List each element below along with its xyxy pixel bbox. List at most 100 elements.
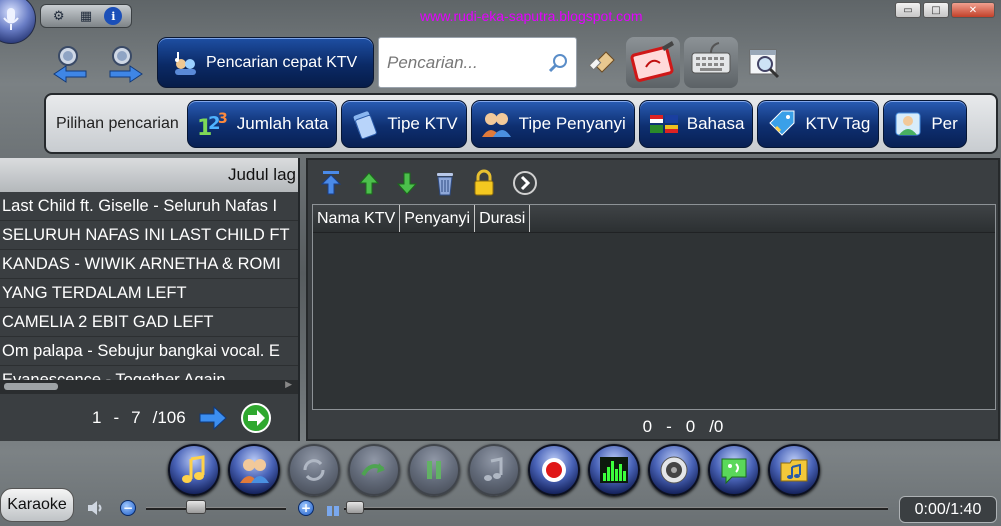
seek-slider-track[interactable] — [344, 507, 888, 510]
scroll-right-icon[interactable]: ▶ — [285, 380, 292, 390]
seek-slider-thumb[interactable] — [346, 501, 364, 514]
karaoke-button[interactable]: Karaoke — [0, 488, 74, 522]
music-people-icon — [175, 51, 196, 75]
list-item[interactable]: KANDAS - WIWIK ARNETHA & ROMI — [0, 250, 298, 279]
scrollbar-thumb[interactable] — [4, 383, 58, 390]
filter-singer-type-button[interactable]: Tipe Penyanyi — [470, 99, 635, 148]
column-header-singer[interactable]: Penyanyi — [400, 205, 476, 232]
move-up-icon[interactable] — [358, 170, 380, 196]
filter-ktv-type-button[interactable]: Tipe KTV — [341, 99, 467, 148]
record-button[interactable] — [528, 444, 580, 496]
microphone-icon — [3, 8, 19, 30]
move-down-icon[interactable] — [396, 170, 418, 196]
pager-start: 0 — [642, 416, 653, 436]
record-icon — [542, 458, 566, 482]
pager-separator: - — [113, 407, 120, 427]
close-button[interactable]: ✕ — [951, 2, 995, 18]
lock-icon[interactable] — [472, 169, 496, 197]
message-button[interactable] — [708, 444, 760, 496]
search-input[interactable] — [387, 52, 547, 73]
volume-icon — [88, 501, 102, 515]
search-back-icon — [53, 46, 87, 83]
playlist-pager: 0 - 0 /0 — [308, 412, 998, 441]
filter-word-count-button[interactable]: 123 Jumlah kata — [186, 99, 338, 148]
magnifier-icon[interactable] — [547, 52, 569, 74]
column-header-ktv-name[interactable]: Nama KTV — [313, 205, 401, 232]
info-icon[interactable]: i — [104, 7, 123, 25]
filter-language-button[interactable]: Bahasa — [638, 99, 754, 148]
move-top-icon[interactable] — [320, 170, 342, 196]
tag-icon — [769, 110, 795, 136]
keyboard-button[interactable] — [684, 37, 738, 88]
pager-total: /0 — [709, 416, 724, 436]
song-list-horizontal-scrollbar[interactable]: ▶ — [0, 380, 298, 394]
handwriting-button[interactable] — [626, 37, 680, 88]
film-icon[interactable]: ▦ — [77, 7, 95, 25]
folder-button[interactable] — [768, 444, 820, 496]
filter-singer-type-label: Tipe Penyanyi — [518, 113, 626, 133]
zoom-view-button[interactable] — [748, 46, 782, 84]
playlist-table-header: Nama KTV Penyanyi Durasi — [313, 205, 995, 233]
app-orb-button[interactable] — [0, 0, 36, 44]
list-item[interactable]: Last Child ft. Giselle - Seluruh Nafas I — [0, 192, 298, 221]
website-link[interactable]: www.rudi-eka-saputra.blogspot.com — [420, 8, 643, 24]
volume-down-button[interactable]: − — [120, 500, 136, 516]
filter-language-label: Bahasa — [686, 113, 745, 133]
pause-icon — [427, 461, 441, 479]
quick-search-ktv-button[interactable]: Pencarian cepat KTV — [157, 37, 374, 88]
filter-person-button[interactable]: Per — [883, 99, 967, 148]
volume-up-button[interactable]: + — [298, 500, 314, 516]
playlist-table: Nama KTV Penyanyi Durasi — [312, 204, 996, 410]
playlist-toolbar — [308, 160, 998, 206]
list-item[interactable]: SELURUH NAFAS INI LAST CHILD FT — [0, 221, 298, 250]
numbers-icon: 123 — [197, 111, 228, 139]
forward-button[interactable] — [104, 42, 146, 84]
song-list-pager: 1 - 7 /106 — [0, 394, 298, 441]
tablet-pen-icon — [630, 41, 674, 82]
mini-mode-button[interactable] — [326, 502, 340, 521]
pager-start: 1 — [92, 407, 102, 427]
time-display: 0:00/1:40 — [899, 496, 997, 523]
next-track-button[interactable] — [348, 444, 400, 496]
list-item[interactable]: Evanescence - Together Again — [0, 366, 298, 380]
trash-icon[interactable] — [434, 170, 456, 196]
filter-person-label: Per — [931, 113, 958, 133]
eraser-icon — [588, 51, 615, 73]
go-next-circle-icon[interactable] — [240, 402, 272, 434]
list-item[interactable]: Om palapa - Sebujur bangkai vocal. E — [0, 337, 298, 366]
eraser-button[interactable] — [588, 44, 618, 78]
song-list-panel: Judul lag Last Child ft. Giselle - Selur… — [0, 158, 300, 441]
song-list: Last Child ft. Giselle - Seluruh Nafas I… — [0, 192, 298, 380]
singers-icon — [240, 459, 269, 483]
pager-separator: - — [666, 416, 672, 436]
singer-button[interactable] — [228, 444, 280, 496]
back-button[interactable] — [50, 42, 92, 84]
repeat-button[interactable] — [288, 444, 340, 496]
speaker-button[interactable] — [648, 444, 700, 496]
speaker-icon — [660, 456, 688, 484]
volume-speaker-icon[interactable] — [86, 499, 106, 521]
music-note-button[interactable] — [168, 444, 220, 496]
volume-slider-track[interactable] — [146, 507, 286, 510]
filter-ktv-tag-button[interactable]: KTV Tag — [757, 99, 880, 148]
vocal-button[interactable] — [468, 444, 520, 496]
song-title-header-label: Judul lag — [227, 165, 296, 184]
list-item[interactable]: YANG TERDALAM LEFT — [0, 279, 298, 308]
search-box — [378, 37, 577, 88]
next-page-arrow-icon[interactable] — [198, 405, 228, 431]
column-header-duration[interactable]: Durasi — [475, 205, 531, 232]
song-title-column-header[interactable]: Judul lag — [0, 158, 298, 192]
search-forward-icon — [109, 46, 143, 83]
window-controls: ▭ □ ✕ — [895, 2, 995, 18]
chevron-right-icon[interactable] — [512, 170, 538, 196]
equalizer-button[interactable] — [588, 444, 640, 496]
minimize-button[interactable]: ▭ — [895, 2, 921, 18]
gear-icon[interactable]: ⚙ — [50, 7, 68, 25]
maximize-button[interactable]: □ — [923, 2, 949, 18]
volume-slider-thumb[interactable] — [186, 500, 206, 514]
zoom-window-icon — [749, 49, 780, 79]
list-item[interactable]: CAMELIA 2 EBIT GAD LEFT — [0, 308, 298, 337]
curved-arrow-icon — [361, 463, 385, 477]
pause-button[interactable] — [408, 444, 460, 496]
pager-total: /106 — [152, 407, 186, 427]
